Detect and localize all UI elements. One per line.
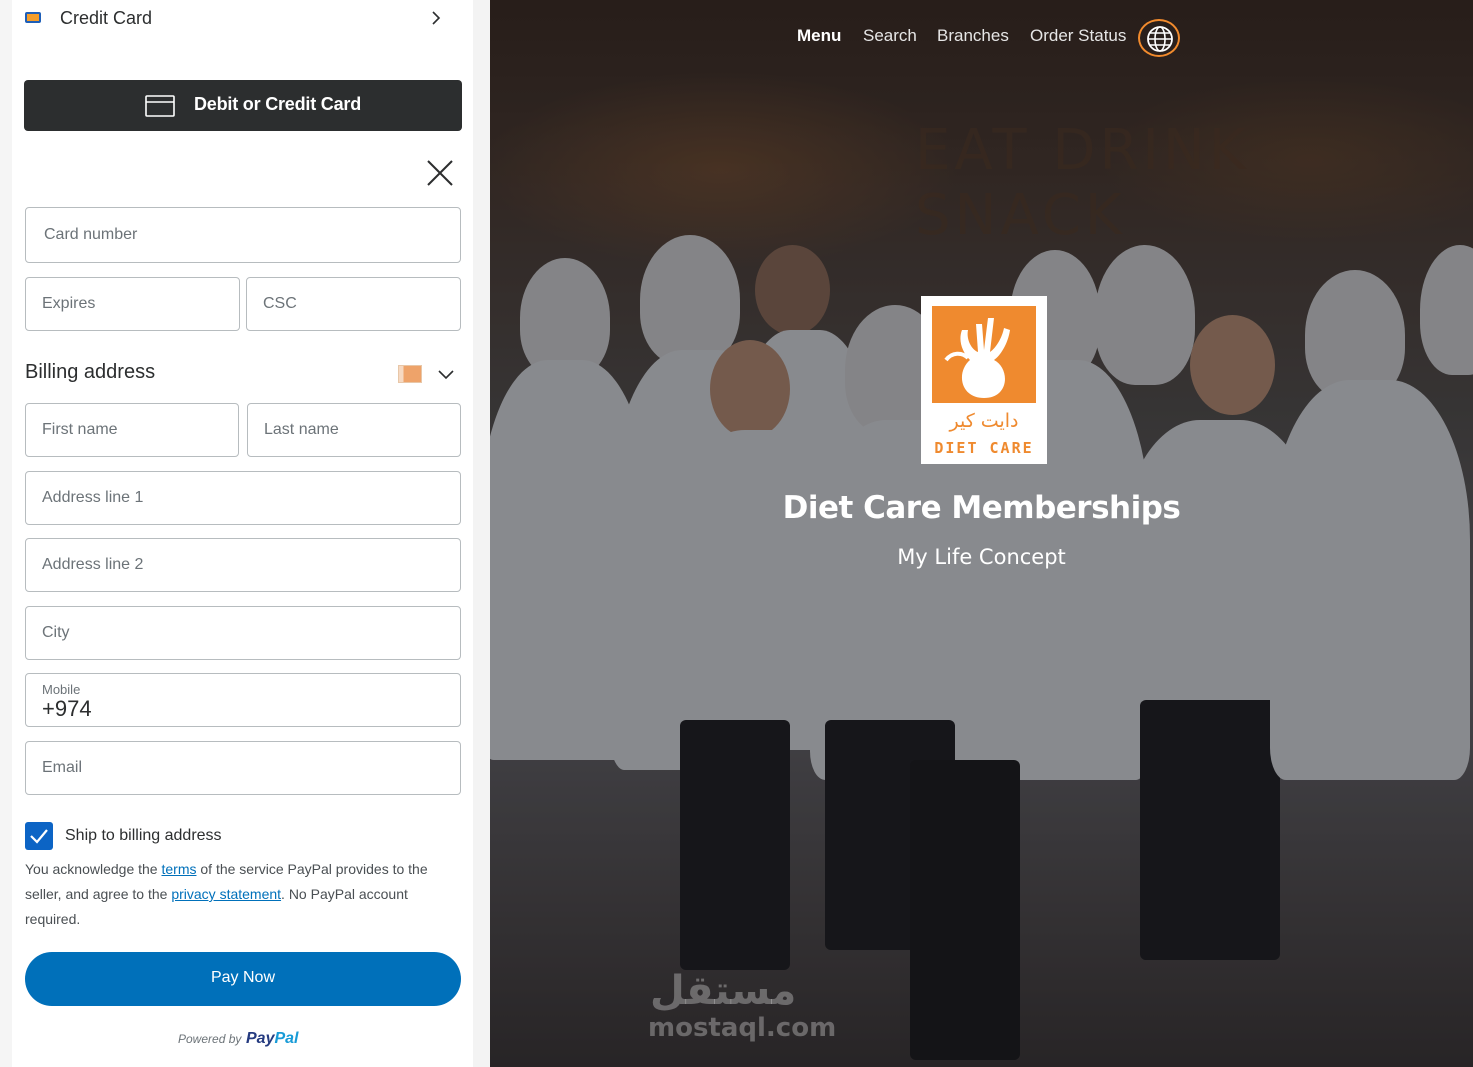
billing-address-heading: Billing address xyxy=(25,361,156,383)
address-line-2-field[interactable]: Address line 2 xyxy=(25,538,461,592)
hero-title: Diet Care Memberships xyxy=(782,490,1181,526)
legal-notice: You acknowledge the terms of the service… xyxy=(25,857,465,932)
hero-overlay xyxy=(490,0,1473,1067)
paypal-logo-pay: Pay xyxy=(246,1030,275,1047)
right-gutter xyxy=(473,0,490,1067)
nav-order-status[interactable]: Order Status xyxy=(1030,26,1126,46)
address-line-1-field[interactable]: Address line 1 xyxy=(25,471,461,525)
debit-button-label: Debit or Credit Card xyxy=(194,94,362,114)
credit-card-icon xyxy=(25,12,41,23)
paypal-logo-pal: Pal xyxy=(274,1030,299,1047)
email-field[interactable]: Email xyxy=(25,741,461,795)
diet-care-logo: دايت كير DIET CARE xyxy=(921,296,1047,464)
city-field[interactable]: City xyxy=(25,606,461,660)
language-button[interactable] xyxy=(1138,19,1180,57)
beet-hand-icon xyxy=(944,318,1010,398)
country-flag-icon[interactable] xyxy=(398,365,422,383)
checkmark-icon xyxy=(30,829,48,844)
nav-menu[interactable]: Menu xyxy=(797,26,841,46)
watermark-latin: mostaql.com xyxy=(648,1013,837,1043)
expires-field[interactable]: Expires xyxy=(25,277,240,331)
logo-arabic-text: دايت كير xyxy=(949,410,1019,432)
terms-link[interactable]: terms xyxy=(161,861,196,877)
address-line-1-placeholder: Address line 1 xyxy=(42,489,144,506)
pay-now-button[interactable]: Pay Now xyxy=(25,952,461,1006)
email-placeholder: Email xyxy=(42,759,83,776)
first-name-placeholder: First name xyxy=(42,421,118,438)
city-placeholder: City xyxy=(42,624,70,641)
mobile-field[interactable]: Mobile +974 xyxy=(25,673,461,727)
csc-placeholder: CSC xyxy=(263,295,297,312)
csc-field[interactable]: CSC xyxy=(246,277,461,331)
paypal-logo: PayPal xyxy=(246,1030,298,1048)
last-name-placeholder: Last name xyxy=(264,421,339,438)
mobile-caption: Mobile xyxy=(42,682,81,697)
chevron-down-icon[interactable] xyxy=(437,367,455,381)
watermark-arabic: مستقل xyxy=(650,968,797,1014)
card-icon xyxy=(145,95,175,117)
card-number-placeholder: Card number xyxy=(44,226,138,243)
first-name-field[interactable]: First name xyxy=(25,403,239,457)
legal-text-1: You acknowledge the xyxy=(25,861,162,877)
payment-method-label: Credit Card xyxy=(60,8,153,28)
logo-english-text: DIET CARE xyxy=(934,439,1034,457)
pay-now-label: Pay Now xyxy=(210,969,276,986)
payment-method-row[interactable]: Credit Card xyxy=(12,0,473,38)
address-line-2-placeholder: Address line 2 xyxy=(42,556,144,573)
close-icon[interactable] xyxy=(425,158,455,188)
paypal-checkout-panel: Credit Card Debit or Credit Card Card nu… xyxy=(12,0,473,1067)
nav-branches[interactable]: Branches xyxy=(937,26,1009,46)
ship-to-billing-label: Ship to billing address xyxy=(65,827,222,844)
debit-credit-card-button[interactable]: Debit or Credit Card xyxy=(24,80,462,131)
last-name-field[interactable]: Last name xyxy=(247,403,461,457)
nav-search[interactable]: Search xyxy=(863,26,917,46)
card-number-field[interactable]: Card number xyxy=(25,207,461,263)
left-gutter xyxy=(0,0,12,1067)
hero-subtitle: My Life Concept xyxy=(897,545,1066,569)
globe-icon xyxy=(1147,26,1173,52)
expires-placeholder: Expires xyxy=(42,295,96,312)
logo-artwork xyxy=(932,306,1036,403)
hero-section: EAT DRINK SNACK Menu Search Branches Ord… xyxy=(490,0,1473,1067)
powered-by-text: Powered by xyxy=(178,1032,242,1046)
chevron-right-icon[interactable] xyxy=(429,9,443,27)
ship-to-billing-checkbox[interactable] xyxy=(25,822,53,850)
privacy-statement-link[interactable]: privacy statement xyxy=(171,886,281,902)
mobile-value: +974 xyxy=(42,696,92,721)
